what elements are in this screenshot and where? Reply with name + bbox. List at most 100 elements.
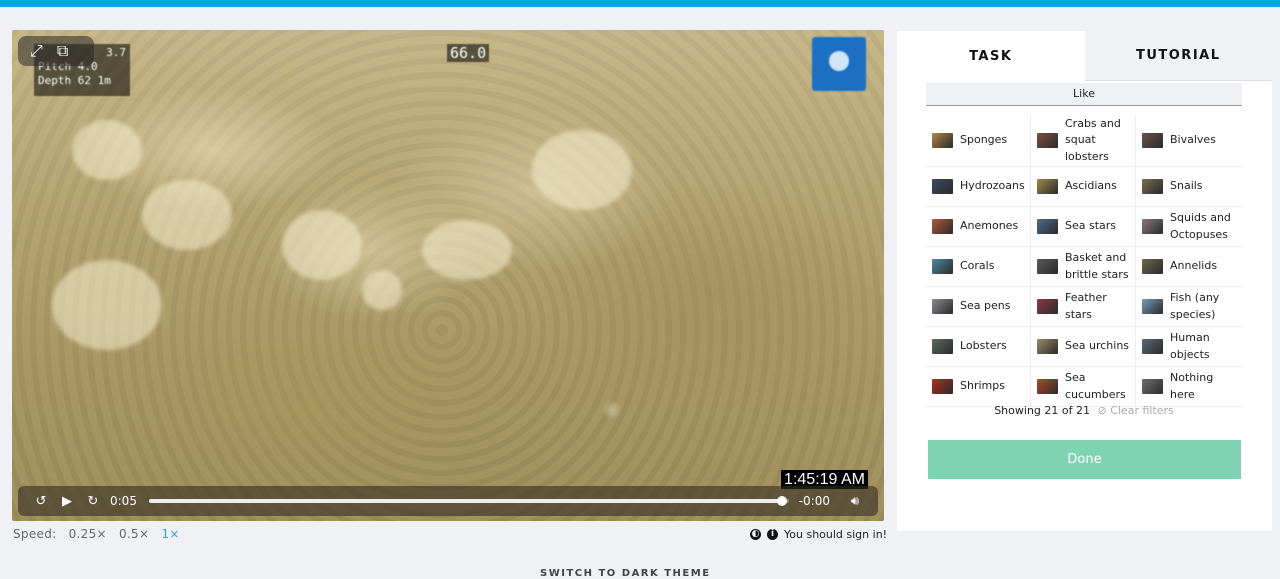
signin-text: You should sign in! <box>784 528 888 541</box>
choice-thumbnail <box>932 259 953 274</box>
choice-label: Sea stars <box>1065 219 1117 233</box>
clear-filters-button[interactable]: ⊘ Clear filters <box>1097 404 1173 417</box>
choice-label: Bivalves <box>1170 133 1216 147</box>
heading-overlay: 66.0 <box>447 44 490 62</box>
choice-item[interactable]: Snails <box>1136 167 1242 207</box>
choice-label: Lobsters <box>960 339 1007 353</box>
choice-label: Anemones <box>960 219 1019 233</box>
choice-label: Basket and brittle stars <box>1065 251 1129 281</box>
choice-item[interactable]: Annelids <box>1136 247 1242 287</box>
like-header: Like <box>926 83 1242 106</box>
choice-label: Human objects <box>1170 331 1210 361</box>
choice-item[interactable]: Sea urchins <box>1031 327 1136 367</box>
panel-tabs: TASK TUTORIAL <box>897 31 1272 81</box>
choice-label: Fish (any species) <box>1170 291 1220 321</box>
picture-in-picture-icon[interactable]: ⧉ <box>57 43 68 59</box>
choice-thumbnail <box>1037 379 1058 394</box>
choice-thumbnail <box>1142 339 1163 354</box>
choice-item[interactable]: Hydrozoans <box>926 167 1031 207</box>
choice-label: Corals <box>960 259 995 273</box>
seafloor-organism <box>532 130 632 210</box>
showing-count: Showing 21 of 21 <box>994 404 1090 417</box>
choice-thumbnail <box>1037 133 1058 148</box>
tab-task[interactable]: TASK <box>897 31 1085 81</box>
choice-label: Hydrozoans <box>960 179 1025 193</box>
choice-item[interactable]: Anemones <box>926 207 1031 247</box>
choice-label: Ascidians <box>1065 179 1117 193</box>
choice-item[interactable]: Fish (any species) <box>1136 287 1242 327</box>
speed-label: Speed: <box>13 527 57 541</box>
choice-thumbnail <box>1037 299 1058 314</box>
forward-15-icon[interactable]: ↻ <box>80 494 106 509</box>
top-accent-bar <box>0 0 1280 7</box>
remaining-time: -0:00 <box>798 494 830 508</box>
choice-item[interactable]: Sea cucumbers <box>1031 367 1136 407</box>
video-controls: ↺ ▶ ↻ 0:05 -0:00 🔊︎ <box>18 486 878 516</box>
choice-label: Nothing here <box>1170 371 1214 401</box>
seafloor-organism <box>142 180 232 250</box>
choice-label: Feather stars <box>1065 291 1107 321</box>
choice-thumbnail <box>1037 219 1058 234</box>
choice-item[interactable]: Sea pens <box>926 287 1031 327</box>
filter-status: Showing 21 of 21 ⊘ Clear filters <box>926 404 1242 417</box>
clear-filters-label: Clear filters <box>1110 404 1174 417</box>
choice-item[interactable]: Lobsters <box>926 327 1031 367</box>
choice-thumbnail <box>932 133 953 148</box>
seek-handle[interactable] <box>777 496 788 506</box>
choice-item[interactable]: Ascidians <box>1031 167 1136 207</box>
seafloor-organism <box>72 120 142 180</box>
choice-thumbnail <box>1142 259 1163 274</box>
choice-item[interactable]: Crabs and squat lobsters <box>1031 115 1136 167</box>
choice-thumbnail <box>932 219 953 234</box>
depth-overlay-line: Depth 62 1m <box>38 74 111 87</box>
seek-progress <box>148 499 783 503</box>
expand-icon[interactable]: ⤢ <box>30 43 43 59</box>
play-icon[interactable]: ▶ <box>54 494 80 509</box>
choice-thumbnail <box>1037 339 1058 354</box>
choice-item[interactable]: Nothing here <box>1136 367 1242 407</box>
choice-thumbnail <box>1142 179 1163 194</box>
choice-item[interactable]: Sponges <box>926 115 1031 167</box>
tab-tutorial[interactable]: TUTORIAL <box>1084 31 1272 81</box>
seek-bar[interactable] <box>148 496 789 506</box>
choice-item[interactable]: Shrimps <box>926 367 1031 407</box>
choice-thumbnail <box>932 299 953 314</box>
choice-thumbnail <box>1142 219 1163 234</box>
seafloor-organism <box>282 210 362 280</box>
choice-item[interactable]: Sea stars <box>1031 207 1136 247</box>
choice-label: Snails <box>1170 179 1203 193</box>
choice-item[interactable]: Corals <box>926 247 1031 287</box>
signin-notice: ◐ i You should sign in! <box>750 528 887 541</box>
choice-label: Shrimps <box>960 379 1005 393</box>
speed-option-selected[interactable]: 1× <box>161 527 179 541</box>
choice-label: Sea pens <box>960 299 1011 313</box>
choice-label: Annelids <box>1170 259 1218 273</box>
choice-item[interactable]: Human objects <box>1136 327 1242 367</box>
choice-thumbnail <box>1142 133 1163 148</box>
seafloor-organism <box>52 260 162 350</box>
choice-item[interactable]: Squids and Octopuses <box>1136 207 1242 247</box>
speed-selector: Speed: 0.25× 0.5× 1× <box>13 527 188 541</box>
choice-label: Sponges <box>960 133 1008 147</box>
choice-thumbnail <box>1037 179 1058 194</box>
info-icon[interactable]: i <box>767 529 778 540</box>
broadcast-logo <box>812 37 866 91</box>
done-button[interactable]: Done <box>928 440 1241 479</box>
choice-thumbnail <box>1037 259 1058 274</box>
video-top-controls: ⤢ ⧉ <box>18 36 94 66</box>
choice-label: Crabs and squat lobsters <box>1065 116 1121 163</box>
choice-item[interactable]: Basket and brittle stars <box>1031 247 1136 287</box>
volume-icon[interactable]: 🔊︎ <box>842 494 868 509</box>
speed-option[interactable]: 0.5× <box>119 527 149 541</box>
choice-label: Squids and Octopuses <box>1170 211 1231 241</box>
choice-thumbnail <box>932 179 953 194</box>
choice-thumbnail <box>932 339 953 354</box>
choice-item[interactable]: Feather stars <box>1031 287 1136 327</box>
choice-grid: Sponges Crabs and squat lobsters Bivalves H… <box>926 115 1242 407</box>
video-player[interactable]: 3.7 Pitch 4.0 Depth 62 1m 66.0 ⤢ ⧉ 1:45:… <box>12 30 884 521</box>
circle-slash-icon: ⊘ <box>1097 404 1107 417</box>
choice-item[interactable]: Bivalves <box>1136 115 1242 167</box>
speed-option[interactable]: 0.25× <box>69 527 107 541</box>
contrast-icon[interactable]: ◐ <box>750 529 761 540</box>
replay-15-icon[interactable]: ↺ <box>28 494 54 509</box>
